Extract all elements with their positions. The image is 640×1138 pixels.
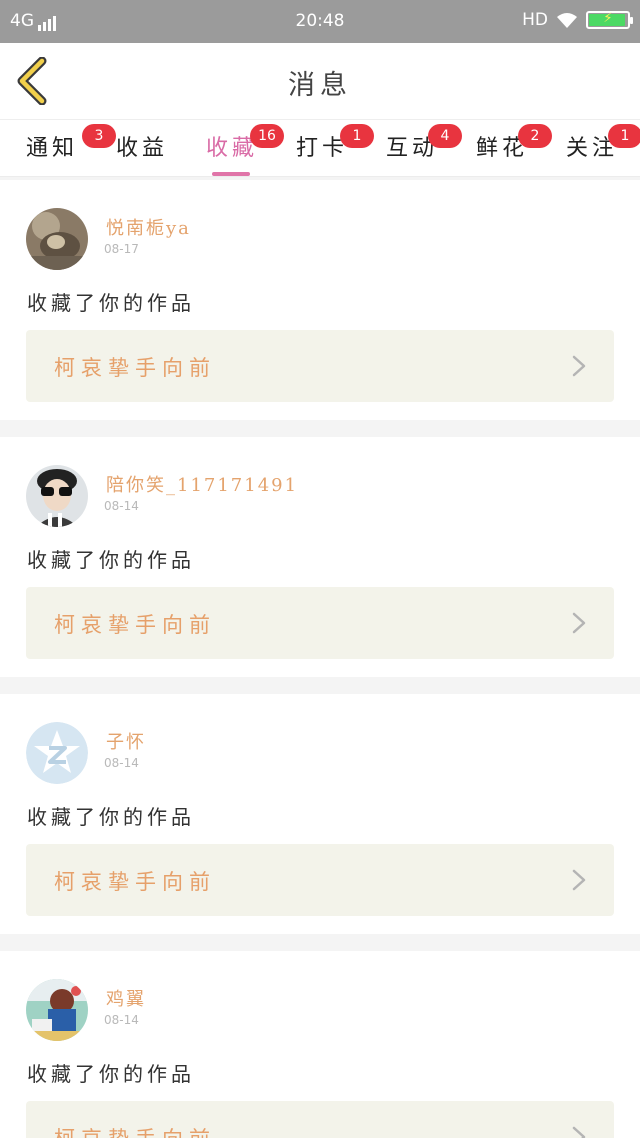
message-text: 收藏了你的作品 [27,291,195,315]
unread-badge: 1 [340,124,374,148]
chevron-right-icon [572,612,586,634]
username[interactable]: 悦南栀ya [106,214,191,240]
tab-interactions[interactable]: 互动 4 [386,124,462,162]
chevron-right-icon [572,1126,586,1138]
message-date: 08-14 [104,499,139,513]
tab-notifications[interactable]: 通知 3 [26,124,116,162]
username[interactable]: 子怀 [106,728,146,754]
hd-indicator: HD [522,10,548,30]
work-title: 柯哀挚手向前 [54,613,216,637]
tab-flowers[interactable]: 鲜花 2 [476,124,552,162]
chevron-right-icon [572,869,586,891]
tab-label: 收益 [116,136,169,161]
tab-label: 通知 [26,136,79,161]
message-text: 收藏了你的作品 [27,1062,195,1086]
chevron-right-icon [572,355,586,377]
username[interactable]: 陪你笑_117171491 [106,471,298,497]
message-text: 收藏了你的作品 [27,805,195,829]
unread-badge: 2 [518,124,552,148]
avatar[interactable] [26,722,88,784]
status-bar: 4G 20:48 HD ⚡ [0,0,640,43]
avatar[interactable] [26,979,88,1041]
tab-checkin[interactable]: 打卡 1 [296,124,374,162]
message-date: 08-14 [104,756,139,770]
work-link[interactable]: 柯哀挚手向前 [26,1101,614,1138]
message-card: 悦南栀ya 08-17 收藏了你的作品 柯哀挚手向前 [0,180,640,420]
tab-follows[interactable]: 关注 1 [566,124,640,162]
unread-badge: 4 [428,124,462,148]
battery-icon: ⚡ [586,11,633,29]
tab-favorites[interactable]: 收藏 16 [206,124,284,176]
message-date: 08-17 [104,242,139,256]
nav-bar: 消息 [0,43,640,119]
work-link[interactable]: 柯哀挚手向前 [26,844,614,916]
work-title: 柯哀挚手向前 [54,356,216,380]
message-card: 陪你笑_117171491 08-14 收藏了你的作品 柯哀挚手向前 [0,437,640,677]
work-title: 柯哀挚手向前 [54,1123,216,1138]
unread-badge: 1 [608,124,640,148]
avatar[interactable] [26,208,88,270]
page-title: 消息 [288,70,352,101]
wifi-icon [557,12,577,28]
tab-earnings[interactable]: 收益 [116,130,168,162]
active-tab-indicator [212,172,251,176]
tab-bar: 通知 3 收益 收藏 16 打卡 1 互动 4 鲜花 2 关注 1 [0,119,640,177]
username[interactable]: 鸡翼 [106,985,146,1011]
work-link[interactable]: 柯哀挚手向前 [26,330,614,402]
avatar[interactable] [26,465,88,527]
work-link[interactable]: 柯哀挚手向前 [26,587,614,659]
message-text: 收藏了你的作品 [27,548,195,572]
work-title: 柯哀挚手向前 [54,870,216,894]
message-card: 鸡翼 08-14 收藏了你的作品 柯哀挚手向前 [0,951,640,1138]
unread-badge: 16 [250,124,284,148]
message-date: 08-14 [104,1013,139,1027]
message-card: 子怀 08-14 收藏了你的作品 柯哀挚手向前 [0,694,640,934]
unread-badge: 3 [82,124,116,148]
